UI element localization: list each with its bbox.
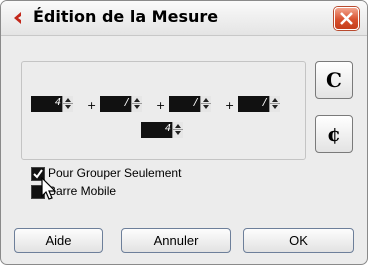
mouse-cursor-icon [41,177,57,200]
plus-sign-1: + [87,99,97,112]
numerator-stepper-1[interactable] [62,96,73,112]
numerator-value-4: / [261,97,268,108]
close-icon [340,12,353,25]
dialog-title: Édition de la Mesure [33,7,219,26]
common-time-button[interactable]: C [315,61,353,99]
ok-button[interactable]: OK [243,228,354,253]
cut-time-button[interactable]: ¢ [315,115,353,153]
title-bar: Édition de la Mesure [1,1,367,36]
numerator-field-3[interactable]: / [169,96,211,112]
close-button[interactable] [334,7,359,30]
dialog-window: Édition de la Mesure 4 + / + / + / 4 C ¢ [0,0,368,265]
numerator-field-4[interactable]: / [238,96,280,112]
help-button[interactable]: Aide [14,228,103,253]
back-arrow-icon [14,12,21,24]
numerator-stepper-2[interactable] [131,96,142,112]
cancel-button[interactable]: Annuler [121,228,231,253]
plus-sign-2: + [156,99,166,112]
numerator-value-3: / [192,97,199,108]
numerator-value-2: / [123,97,130,108]
numerator-field-2[interactable]: / [100,96,142,112]
denominator-stepper[interactable] [172,122,183,138]
numerator-stepper-3[interactable] [200,96,211,112]
numerator-field-1[interactable]: 4 [31,96,73,112]
denominator-value: 4 [164,123,171,134]
group-only-label: Pour Grouper Seulement [48,166,182,180]
movable-bar-label: Barre Mobile [48,184,117,198]
plus-sign-3: + [225,99,235,112]
numerator-stepper-4[interactable] [269,96,280,112]
numerator-value-1: 4 [54,97,61,108]
denominator-field[interactable]: 4 [141,122,183,138]
